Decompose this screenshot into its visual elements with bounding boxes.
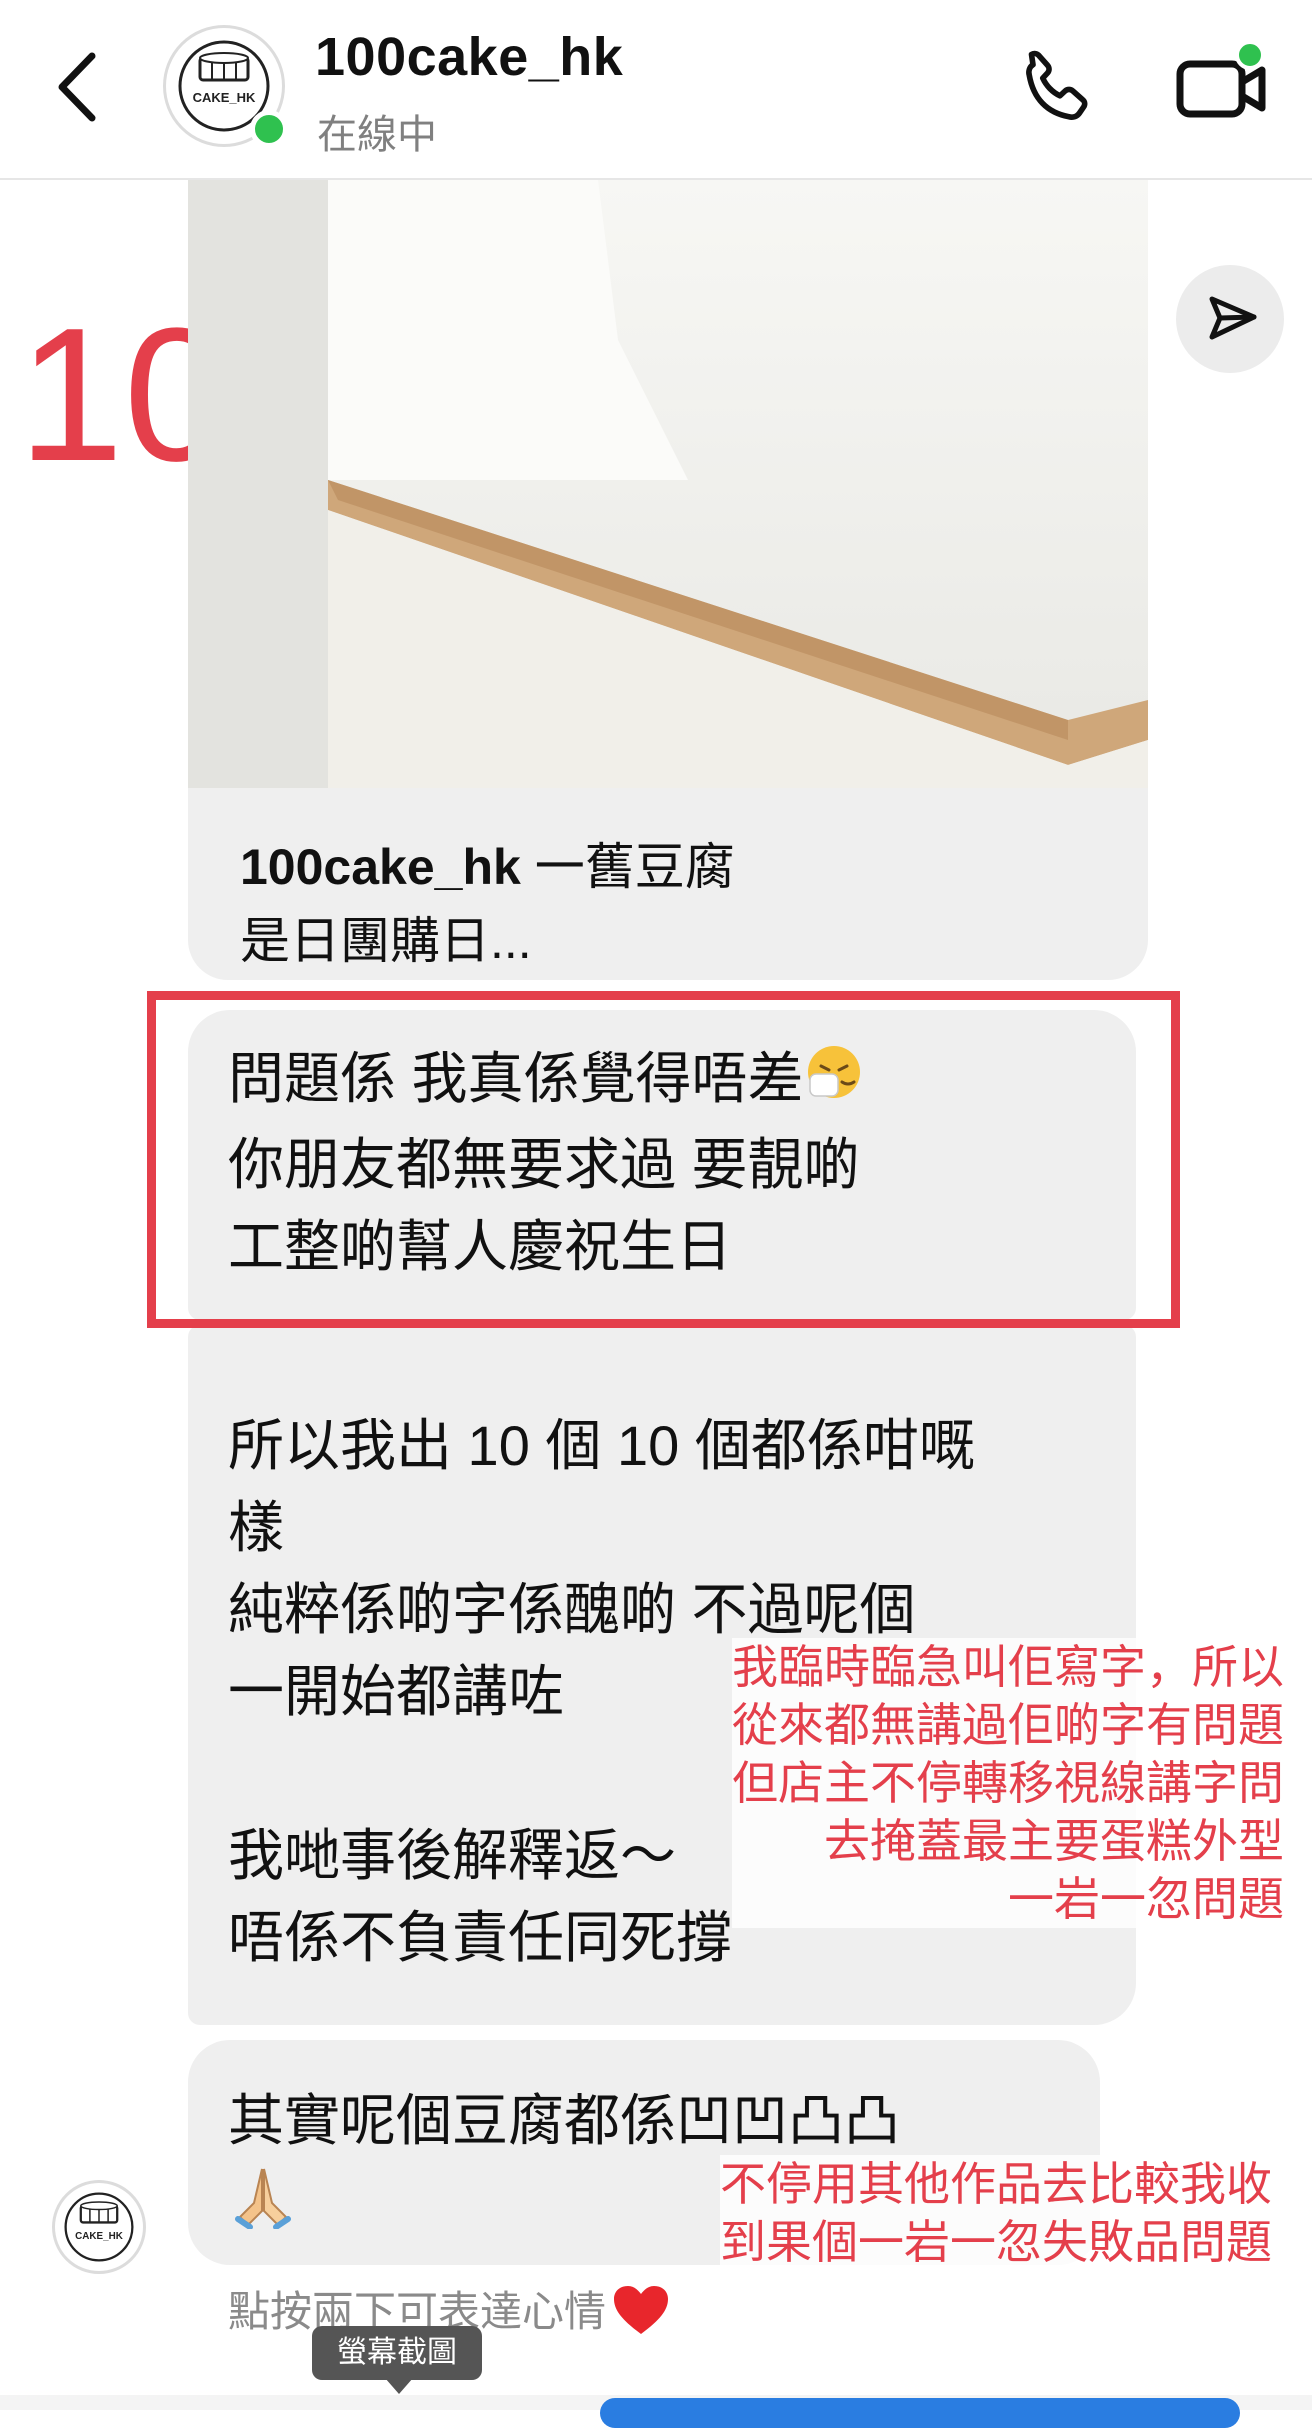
note-line: 去掩蓋最主要蛋糕外型 (824, 1815, 1284, 1867)
svg-text:CAKE_HK: CAKE_HK (75, 2231, 124, 2242)
note-line: 一岩一忽問題 (1008, 1873, 1284, 1925)
tooltip-arrow (385, 2378, 413, 2394)
annotation-note: 我臨時臨急叫佢寫字，所以 從來都無講過佢啲字有問題 但店主不停轉移視線講字問 去… (732, 1638, 1284, 1928)
note-line: 不停用其他作品去比較我收 (720, 2158, 1272, 2210)
online-status-text: 在線中 (317, 113, 437, 157)
back-arrow-icon[interactable] (48, 42, 118, 132)
video-active-dot (1235, 40, 1265, 70)
post-caption: 100cake_hk 一舊豆腐 是日團購日... (240, 830, 735, 978)
message-line: 所以我出 10 個 10 個都係咁嘅 (228, 1414, 975, 1477)
chat-username[interactable]: 100cake_hk (315, 26, 623, 88)
highlight-frame (147, 991, 1180, 1328)
message-input-pill[interactable] (600, 2398, 1240, 2428)
chat-header: CAKE_HK 100cake_hk 在線中 (0, 0, 1312, 180)
note-line: 但店主不停轉移視線講字問 (732, 1757, 1284, 1809)
online-status-dot (250, 110, 288, 148)
annotation-note: 不停用其他作品去比較我收 到果個一岩一忽失敗品問題 (720, 2155, 1272, 2271)
phone-icon[interactable] (1012, 44, 1102, 134)
sender-avatar[interactable]: CAKE_HK (52, 2180, 146, 2274)
share-post-button[interactable] (1176, 265, 1284, 373)
paper-plane-icon (1209, 296, 1257, 340)
cake-photo (188, 180, 1148, 788)
folded-hands-icon (228, 2163, 298, 2251)
screenshot-tooltip: 螢幕截圖 (312, 2326, 482, 2380)
message-line: 樣 (228, 1496, 284, 1559)
svg-text:CAKE_HK: CAKE_HK (193, 90, 256, 105)
caption-line-2: 是日團購日... (240, 913, 532, 969)
note-line: 到果個一岩一忽失敗品問題 (720, 2216, 1272, 2268)
note-line: 從來都無講過佢啲字有問題 (732, 1699, 1284, 1751)
cake-logo-icon: CAKE_HK (64, 2192, 134, 2262)
heart-icon (612, 2284, 670, 2346)
caption-text: 一舊豆腐 (520, 839, 735, 895)
note-line: 我臨時臨急叫佢寫字，所以 (732, 1641, 1284, 1693)
caption-username: 100cake_hk (240, 839, 521, 895)
shared-post-card[interactable]: 100cake_hk 一舊豆腐 是日團購日... (188, 180, 1148, 980)
message-line: 其實呢個豆腐都係凹凹凸凸 (228, 2089, 900, 2152)
